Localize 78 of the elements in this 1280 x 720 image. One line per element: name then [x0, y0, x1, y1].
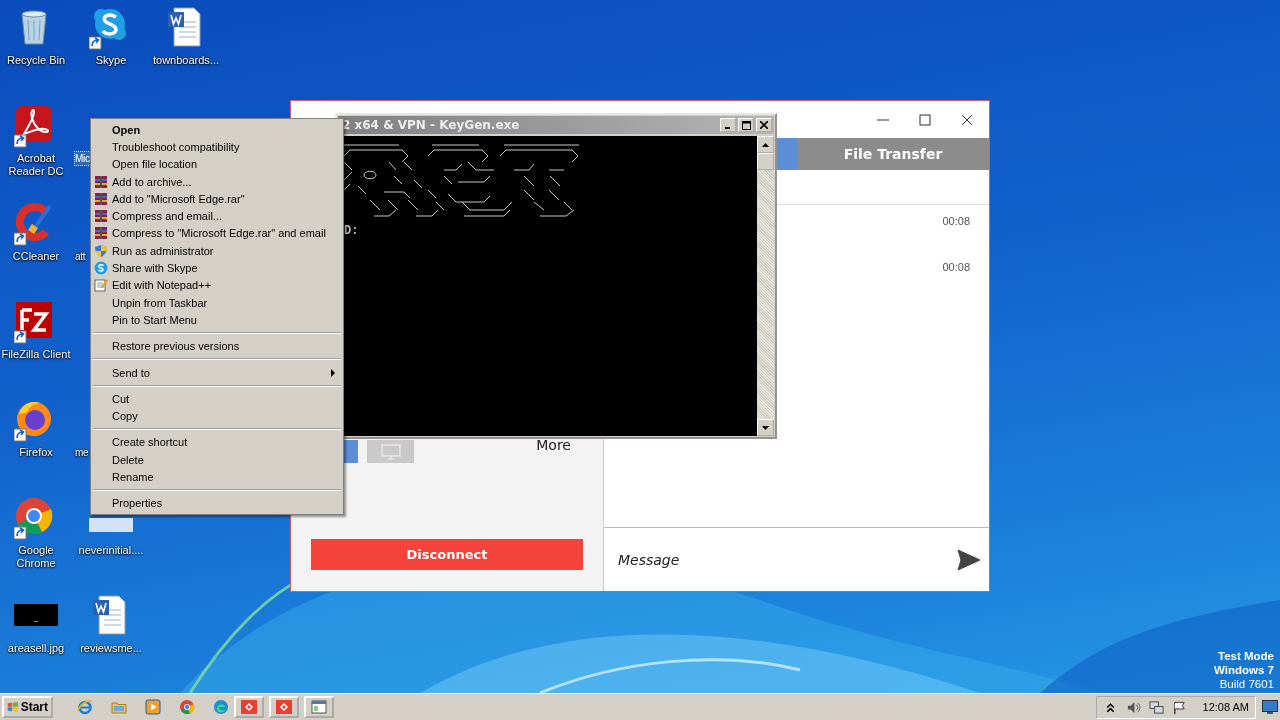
scroll-thumb[interactable]: [757, 153, 774, 170]
menu-item[interactable]: Share with Skype: [91, 259, 343, 277]
taskbar-button[interactable]: [269, 696, 299, 718]
notepad-icon: [94, 278, 108, 293]
icon-label[interactable]: Mic: [75, 152, 90, 165]
os-notice-text: Windows 7: [1214, 663, 1274, 677]
icon-label[interactable]: FileZilla Client: [0, 348, 72, 361]
icon-label[interactable]: reviewsme...: [79, 642, 143, 655]
scrollbar[interactable]: [757, 136, 774, 436]
scroll-up-button[interactable]: [757, 136, 774, 153]
maximize-button[interactable]: [738, 118, 754, 132]
show-desktop-icon[interactable]: [1262, 700, 1278, 714]
four-pane-logo-icon: [7, 700, 19, 714]
menu-item[interactable]: Create shortcut: [91, 433, 343, 452]
archive-icon: [94, 191, 108, 206]
network-icon[interactable]: [1148, 699, 1164, 715]
archive-icon: [94, 226, 108, 241]
clock[interactable]: 12:08 AM: [1202, 701, 1249, 713]
menu-item[interactable]: Open: [91, 121, 343, 139]
icon-label[interactable]: Google Chrome: [0, 544, 73, 570]
menu-item[interactable]: Send to: [91, 363, 343, 382]
close-button[interactable]: [756, 118, 772, 132]
icon-label[interactable]: Skype: [94, 54, 128, 67]
menu-item[interactable]: Edit with Notepad++: [91, 276, 343, 294]
app-icon: [241, 699, 257, 715]
app-icon: [276, 699, 292, 715]
wheel-logo-icon[interactable]: [179, 699, 195, 715]
window-icon: [311, 699, 327, 715]
icon-label[interactable]: CCleaner: [11, 250, 61, 263]
menu-item[interactable]: Rename: [91, 468, 343, 486]
start-button[interactable]: Start: [2, 696, 53, 718]
minimize-button[interactable]: [720, 118, 736, 132]
menu-item[interactable]: Delete: [91, 451, 343, 469]
menu-item[interactable]: Run as administrator: [91, 242, 343, 260]
icon-label[interactable]: me: [75, 446, 89, 459]
menu-item[interactable]: Compress and email...: [91, 207, 343, 225]
browser-icon[interactable]: [77, 699, 93, 715]
console-line: D:: [344, 224, 360, 238]
os-notice-text: Test Mode: [1217, 649, 1274, 663]
message-time: 00:08: [942, 215, 970, 227]
shield-icon: [94, 243, 108, 258]
menu-item[interactable]: Cut: [91, 390, 343, 408]
menu-item[interactable]: Compress to "Microsoft Edge.rar" and email: [91, 224, 343, 243]
icon-label[interactable]: Recycle Bin: [5, 54, 67, 67]
play-icon[interactable]: [145, 699, 161, 715]
os-notice-text: Build 7601: [1218, 677, 1274, 691]
icon-label[interactable]: Acrobat Reader DC: [0, 152, 73, 178]
arrow-up-icon: [762, 142, 769, 147]
taskbar-button[interactable]: [234, 696, 264, 718]
menu-item[interactable]: Unpin from Taskbar: [91, 293, 343, 312]
round-logo-icon: [94, 261, 108, 275]
message-field[interactable]: Message: [616, 550, 949, 569]
menu-item[interactable]: Pin to Start Menu: [91, 311, 343, 329]
menu-item[interactable]: Restore previous versions: [91, 337, 343, 355]
archive-icon: [94, 174, 108, 189]
taskbar-button[interactable]: [304, 696, 334, 718]
send-icon[interactable]: [957, 548, 981, 571]
icon-label[interactable]: att: [75, 250, 86, 263]
icon-label[interactable]: neverinitial....: [77, 544, 145, 557]
archive-icon: [94, 209, 108, 224]
scroll-down-button[interactable]: [757, 419, 774, 436]
flag-icon[interactable]: [1171, 699, 1187, 715]
menu-item[interactable]: Copy: [91, 407, 343, 425]
message-time: 00:08: [942, 261, 970, 273]
icon-label[interactable]: areasell.jpg: [6, 642, 66, 655]
maximize-icon: [741, 120, 751, 130]
monitor-icon: [379, 442, 402, 461]
menu-item[interactable]: Open file location: [91, 155, 343, 173]
menu-item[interactable]: Add to "Microsoft Edge.rar": [91, 190, 343, 208]
icon-label[interactable]: townboards...: [151, 54, 220, 67]
menu-item[interactable]: Add to archive...: [91, 172, 343, 191]
more-link[interactable]: More: [536, 437, 571, 453]
menu-item[interactable]: Troubleshoot compatibility: [91, 138, 343, 156]
icon-label[interactable]: Firefox: [18, 446, 54, 459]
close-icon: [760, 121, 768, 129]
arrow-down-icon: [762, 425, 769, 430]
menu-item[interactable]: Properties: [91, 494, 343, 512]
disconnect-button[interactable]: Disconnect: [311, 539, 583, 570]
